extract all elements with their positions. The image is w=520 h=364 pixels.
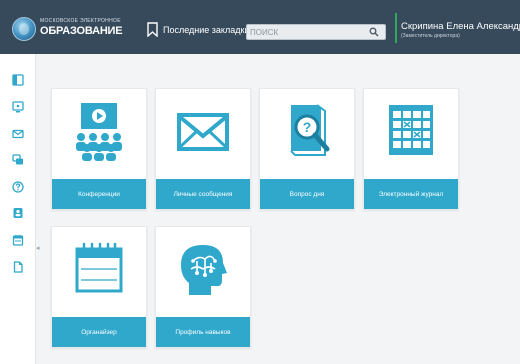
tile-label: Вопрос дня [260,179,354,209]
bookmark-icon[interactable] [147,22,158,37]
recent-bookmarks-link[interactable]: Последние закладки [163,25,249,35]
tile-label: Электронный журнал [364,179,458,209]
tile-label: Личные сообщения [156,179,250,209]
tile-electronic-journal[interactable]: Электронный журнал [363,88,459,210]
logo-title: ОБРАЗОВАНИЕ [40,25,123,37]
search-input[interactable] [250,26,362,38]
tile-label: Профиль навыков [156,317,250,347]
organizer-calendar-icon [75,242,123,293]
conference-icon [76,103,122,161]
chat-icon[interactable] [12,154,24,166]
tile-skills-profile[interactable]: Профиль навыков [155,226,251,348]
tile-conferences[interactable]: Конференции [51,88,147,210]
tile-label: Конференции [52,179,146,209]
badge-icon[interactable] [12,207,24,219]
user-role: (Заместитель директора) [401,33,460,39]
header-divider [395,13,397,43]
sidebar [0,54,36,364]
search-icon[interactable] [369,27,379,37]
head-brain-icon [181,245,227,295]
question-icon[interactable] [12,181,24,193]
tile-organizer[interactable]: Органайзер [51,226,147,348]
journal-grid-icon [389,105,433,155]
logo[interactable]: МОСКОВСКОЕ ЭЛЕКТРОННОЕ ОБРАЗОВАНИЕ [12,16,123,42]
logo-emblem-icon [12,17,36,41]
tile-messages[interactable]: Личные сообщения [155,88,251,210]
tile-question-of-day[interactable]: ? Вопрос дня [259,88,355,210]
tile-label: Органайзер [52,317,146,347]
user-name[interactable]: Скрипина Елена Александровна [401,21,520,32]
search-box[interactable] [246,24,386,40]
logo-subtitle: МОСКОВСКОЕ ЭЛЕКТРОННОЕ [40,18,121,24]
calendar-icon[interactable] [12,234,24,246]
monitor-icon[interactable] [12,101,24,113]
question-book-icon: ? [290,104,330,156]
panel-icon[interactable] [12,74,24,86]
envelope-icon[interactable] [12,128,24,140]
document-icon[interactable] [12,261,24,273]
sidebar-collapse-handle[interactable]: ◂ [36,244,40,252]
svg-text:?: ? [303,119,312,135]
top-bar: МОСКОВСКОЕ ЭЛЕКТРОННОЕ ОБРАЗОВАНИЕ После… [0,0,520,54]
envelope-icon [177,113,229,151]
